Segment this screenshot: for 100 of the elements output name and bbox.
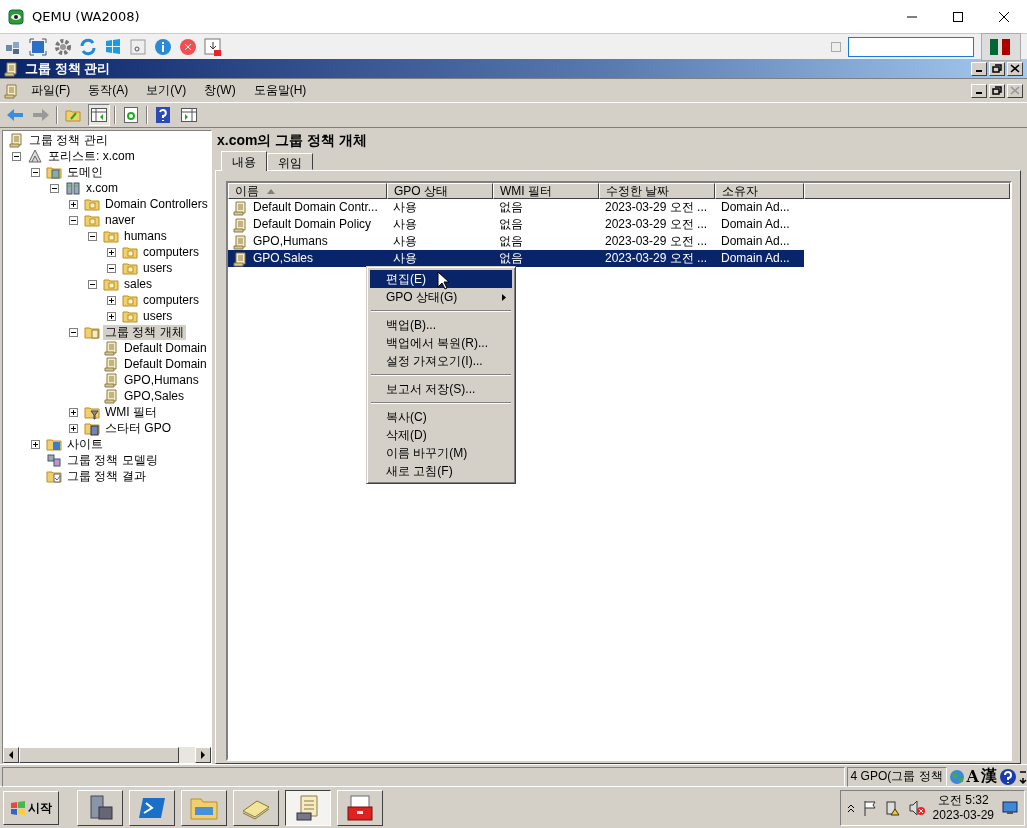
column-header[interactable]: 수정한 날짜: [599, 183, 715, 199]
tree-item[interactable]: 그룹 정책 결과: [65, 468, 148, 484]
tree-item[interactable]: 그룹 정책 개체: [103, 324, 186, 340]
collapse-icon[interactable]: [107, 263, 116, 273]
menu-item[interactable]: GPO 상태(G): [370, 288, 512, 306]
column-header[interactable]: 소유자: [715, 183, 804, 199]
minimize-button[interactable]: [971, 83, 987, 98]
tree-item[interactable]: 스타터 GPO: [103, 420, 173, 436]
keyboard-key-icon[interactable]: [129, 37, 147, 56]
menu-item[interactable]: 이름 바꾸기(M): [370, 444, 512, 462]
network-warning-icon[interactable]: [884, 800, 901, 816]
tree-item[interactable]: 그룹 정책 모델링: [65, 452, 160, 468]
scroll-right-button[interactable]: [195, 747, 211, 763]
column-header[interactable]: 이름: [228, 183, 387, 199]
tab[interactable]: 위임: [267, 153, 313, 170]
tree-pane-button[interactable]: [88, 104, 110, 126]
menu-item[interactable]: 새로 고침(F): [370, 462, 512, 480]
expand-icon[interactable]: [107, 311, 116, 321]
expand-icon[interactable]: [107, 295, 116, 305]
close-button[interactable]: [1007, 83, 1023, 98]
table-cell[interactable]: Default Domain Policy: [253, 216, 372, 233]
tree-item[interactable]: humans: [122, 228, 169, 244]
tree-item[interactable]: sales: [122, 276, 154, 292]
tree-item[interactable]: Domain Controllers: [103, 196, 210, 212]
console-title: 그룹 정책 관리: [25, 59, 112, 78]
menu-item[interactable]: 복사(C): [370, 408, 512, 426]
collapse-icon[interactable]: [12, 151, 21, 161]
menu-item[interactable]: 보기(V): [137, 82, 196, 99]
tree-item[interactable]: naver: [103, 212, 138, 228]
tree-item[interactable]: WMI 필터: [103, 404, 159, 420]
collapse-icon[interactable]: [69, 327, 78, 337]
clock-date[interactable]: 2023-03-29: [932, 808, 994, 823]
tree-item[interactable]: GPO,Sales: [122, 388, 187, 404]
tree-item[interactable]: 도메인: [65, 164, 105, 180]
scroll-left-button[interactable]: [3, 747, 19, 763]
collapse-icon[interactable]: [31, 167, 40, 177]
table-cell[interactable]: GPO,Humans: [253, 233, 328, 250]
show-desktop-icon[interactable]: [1002, 801, 1018, 815]
expand-icon[interactable]: [31, 439, 40, 449]
taskbar-button[interactable]: [285, 790, 331, 826]
menu-item[interactable]: 보고서 저장(S)...: [370, 380, 512, 398]
tree-item[interactable]: 그룹 정책 관리: [27, 132, 110, 148]
fullscreen-icon[interactable]: [29, 37, 47, 56]
tree-item[interactable]: computers: [141, 292, 202, 308]
tree-item[interactable]: 포리스트: x.com: [46, 148, 137, 164]
tree-item[interactable]: x.com: [84, 180, 120, 196]
chevron-up-icon[interactable]: [846, 803, 855, 813]
menu-item[interactable]: 설정 가져오기(I)...: [370, 352, 512, 370]
clock-time[interactable]: 오전 5:32: [937, 793, 989, 808]
tree-item[interactable]: Default Domain: [122, 356, 209, 372]
ime-mode[interactable]: A: [966, 767, 979, 786]
start-button[interactable]: 시작: [3, 791, 59, 825]
close-button[interactable]: [1007, 61, 1023, 76]
column-header[interactable]: GPO 상태: [387, 183, 493, 199]
minimize-button[interactable]: [971, 61, 987, 76]
tree-item[interactable]: users: [141, 308, 175, 324]
ime-hanja[interactable]: 漢: [981, 766, 997, 787]
menu-item[interactable]: 백업에서 복원(R)...: [370, 334, 512, 352]
expand-icon[interactable]: [69, 407, 78, 417]
tree-item[interactable]: users: [141, 260, 175, 276]
menu-item[interactable]: 창(W): [195, 82, 245, 99]
collapse-icon[interactable]: [50, 183, 59, 193]
collapse-icon[interactable]: [69, 215, 78, 225]
menu-item[interactable]: 파일(F): [22, 82, 80, 99]
menu-item[interactable]: 동작(A): [79, 82, 138, 99]
tree-item[interactable]: 사이트: [65, 436, 105, 452]
windows-icon[interactable]: [104, 37, 122, 56]
collapse-icon[interactable]: [88, 231, 97, 241]
window-download-icon[interactable]: [204, 37, 222, 56]
table-cell[interactable]: Default Domain Contr...: [253, 199, 378, 216]
refresh-icon[interactable]: [79, 37, 97, 56]
menu-item[interactable]: 삭제(D): [370, 426, 512, 444]
speaker-muted-icon[interactable]: [908, 800, 925, 816]
flag-icon[interactable]: [862, 800, 877, 816]
tree-item[interactable]: Default Domain: [122, 340, 209, 356]
column-header[interactable]: WMI 필터: [493, 183, 599, 199]
menu-item[interactable]: 편집(E): [370, 270, 512, 288]
close-icon[interactable]: [179, 37, 197, 56]
menu-item[interactable]: 백업(B)...: [370, 316, 512, 334]
checkbox-icon[interactable]: [831, 41, 841, 52]
expand-icon[interactable]: [107, 247, 116, 257]
tab[interactable]: 내용: [221, 151, 267, 171]
scroll-thumb[interactable]: [19, 747, 179, 763]
restore-button[interactable]: [989, 61, 1005, 76]
expand-icon[interactable]: [69, 423, 78, 433]
menu-item[interactable]: 도움말(H): [244, 82, 316, 99]
folder-icon: [46, 468, 62, 484]
help-icon[interactable]: [999, 767, 1017, 786]
folder-icon: [103, 228, 119, 244]
settings-icon[interactable]: [54, 37, 72, 56]
expand-icon[interactable]: [69, 199, 78, 209]
info-icon[interactable]: [154, 37, 172, 56]
input-field[interactable]: [848, 36, 974, 57]
collapse-icon[interactable]: [88, 279, 97, 289]
table-cell-text: 사용: [392, 199, 418, 216]
tree-item[interactable]: computers: [141, 244, 202, 260]
scroll-icon: [232, 250, 248, 267]
tree-item[interactable]: GPO,Humans: [122, 372, 201, 388]
options-icon[interactable]: [1019, 768, 1027, 785]
restore-button[interactable]: [989, 83, 1005, 98]
